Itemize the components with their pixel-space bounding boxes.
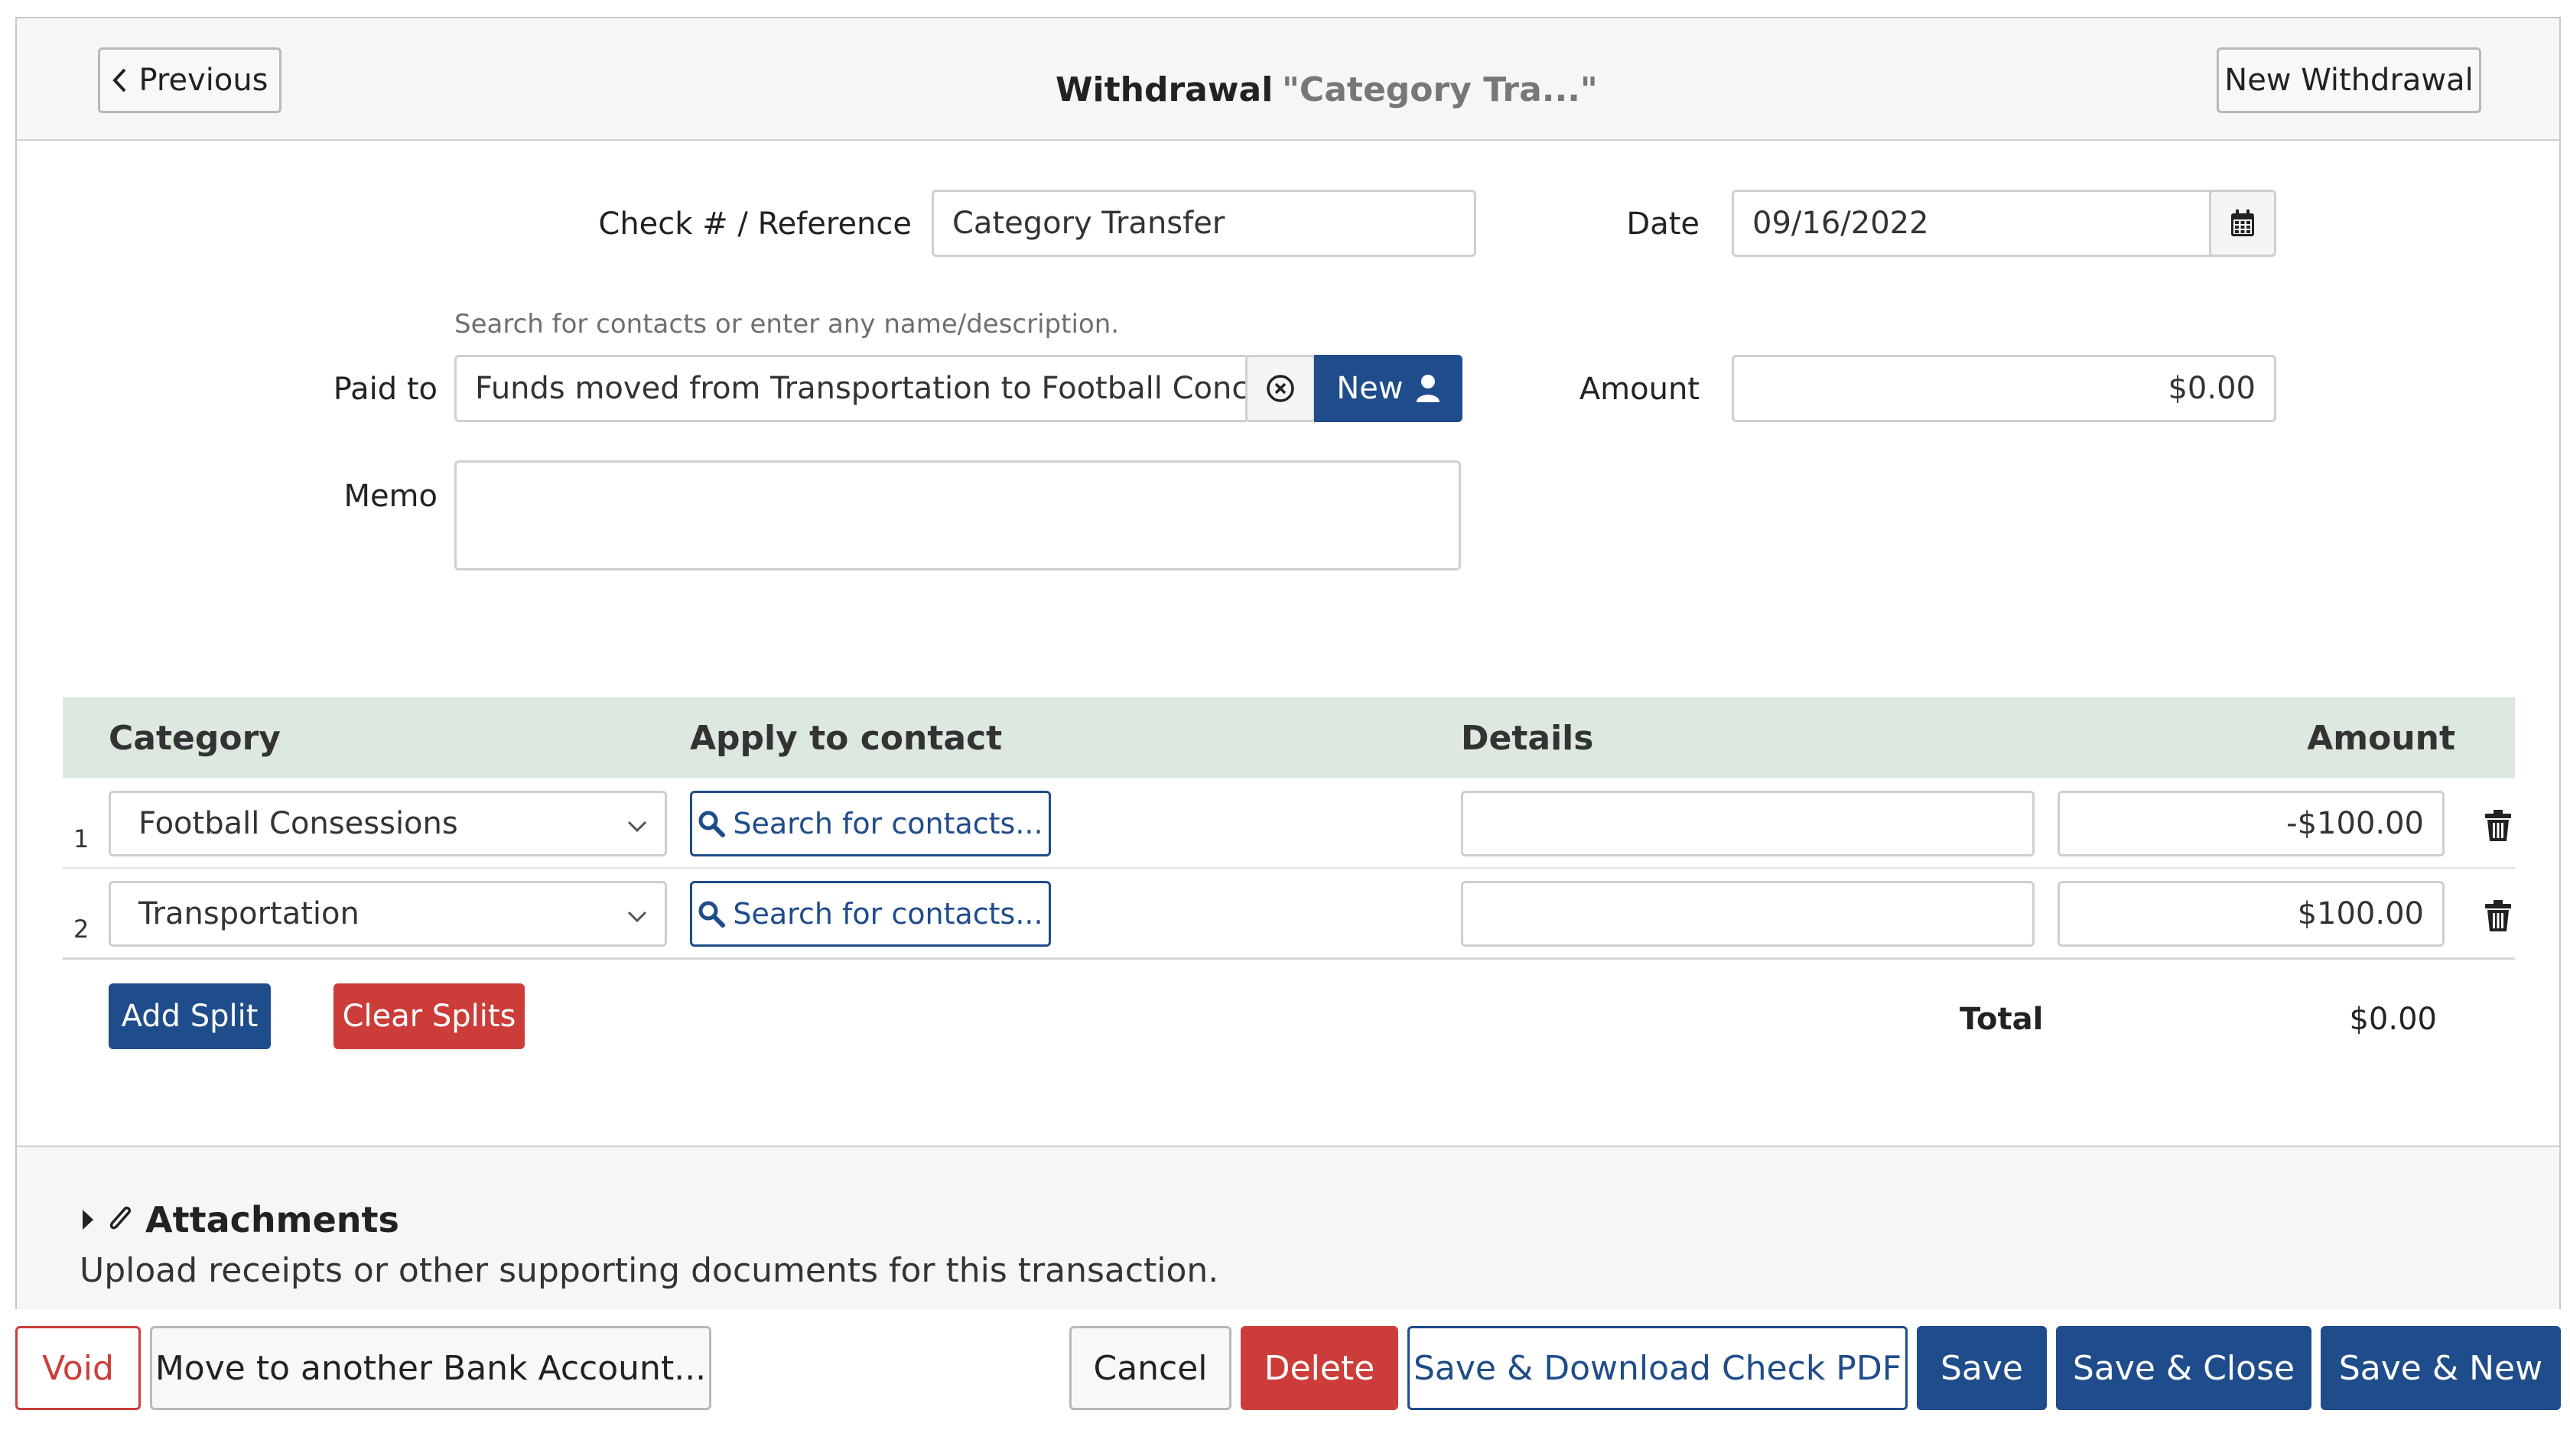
void-button[interactable]: Void [15,1326,141,1410]
split-category-select[interactable]: Transportation [109,881,667,947]
new-contact-label: New [1336,371,1404,406]
chevron-left-icon [111,67,128,93]
split-row-number: 1 [73,824,89,853]
date-input[interactable]: 09/16/2022 [1732,190,2215,257]
save-download-check-pdf-button[interactable]: Save & Download Check PDF [1407,1326,1908,1410]
date-label: Date [1626,206,1700,242]
column-header-category: Category [109,719,281,758]
trash-icon[interactable] [2483,808,2513,844]
previous-label: Previous [138,63,268,98]
paid-to-input[interactable]: Funds moved from Transportation to Footb… [454,355,1250,422]
clear-circle-icon [1265,373,1296,404]
chevron-down-icon [626,896,648,931]
attachments-title: Attachments [145,1199,399,1240]
delete-button[interactable]: Delete [1241,1326,1398,1410]
attachments-toggle[interactable]: Attachments [81,1199,399,1240]
amount-input[interactable]: $0.00 [1732,355,2276,422]
clear-splits-button[interactable]: Clear Splits [333,983,525,1049]
search-contacts-button[interactable]: Search for contacts... [690,791,1051,856]
split-details-input[interactable] [1461,791,2035,856]
total-label: Total [1960,1002,2044,1037]
memo-textarea[interactable] [454,460,1461,570]
attachments-description: Upload receipts or other supporting docu… [80,1251,1219,1290]
column-header-amount: Amount [2307,719,2455,758]
chevron-down-icon [626,806,648,841]
cancel-button[interactable]: Cancel [1069,1326,1231,1410]
paid-to-label: Paid to [333,372,438,407]
column-header-details: Details [1461,719,1594,758]
amount-label: Amount [1579,372,1700,407]
card-header: Previous Withdrawal "Category Tra..." Ne… [17,18,2559,141]
search-contacts-button[interactable]: Search for contacts... [690,881,1051,947]
page-title: Withdrawal [1056,70,1274,109]
split-amount-input[interactable]: $100.00 [2058,881,2445,947]
save-button[interactable]: Save [1917,1326,2047,1410]
trash-icon[interactable] [2483,898,2513,934]
user-icon [1416,374,1440,403]
calendar-icon [2230,209,2256,238]
previous-button[interactable]: Previous [98,47,281,113]
paid-to-help-text: Search for contacts or enter any name/de… [454,309,1120,340]
search-contacts-label: Search for contacts... [733,897,1043,931]
save-new-button[interactable]: Save & New [2321,1326,2561,1410]
page-subtitle: "Category Tra..." [1282,70,1598,109]
row-divider [63,957,2515,960]
search-icon [698,810,726,837]
split-details-input[interactable] [1461,881,2035,947]
split-category-value: Transportation [138,896,359,931]
paperclip-icon [106,1204,135,1236]
add-split-button[interactable]: Add Split [109,983,271,1049]
move-bank-account-button[interactable]: Move to another Bank Account... [150,1326,711,1410]
search-contacts-label: Search for contacts... [733,807,1043,840]
split-category-select[interactable]: Football Consessions [109,791,667,856]
split-row-number: 2 [73,915,89,944]
splits-table-header [63,697,2515,778]
row-divider [63,867,2515,869]
date-picker-button[interactable] [2209,190,2276,257]
save-close-button[interactable]: Save & Close [2056,1326,2311,1410]
withdrawal-card: Previous Withdrawal "Category Tra..." Ne… [15,17,2561,1309]
caret-right-icon [81,1208,95,1231]
new-contact-button[interactable]: New [1314,355,1462,422]
memo-label: Memo [343,479,438,514]
total-value: $0.00 [2349,1002,2437,1037]
check-reference-label: Check # / Reference [598,206,912,242]
new-withdrawal-button[interactable]: New Withdrawal [2217,47,2481,113]
split-amount-input[interactable]: -$100.00 [2058,791,2445,856]
clear-paid-to-button[interactable] [1245,355,1316,422]
check-reference-input[interactable]: Category Transfer [932,190,1476,257]
split-category-value: Football Consessions [138,806,458,841]
search-icon [698,900,726,928]
column-header-apply-to-contact: Apply to contact [690,719,1003,758]
